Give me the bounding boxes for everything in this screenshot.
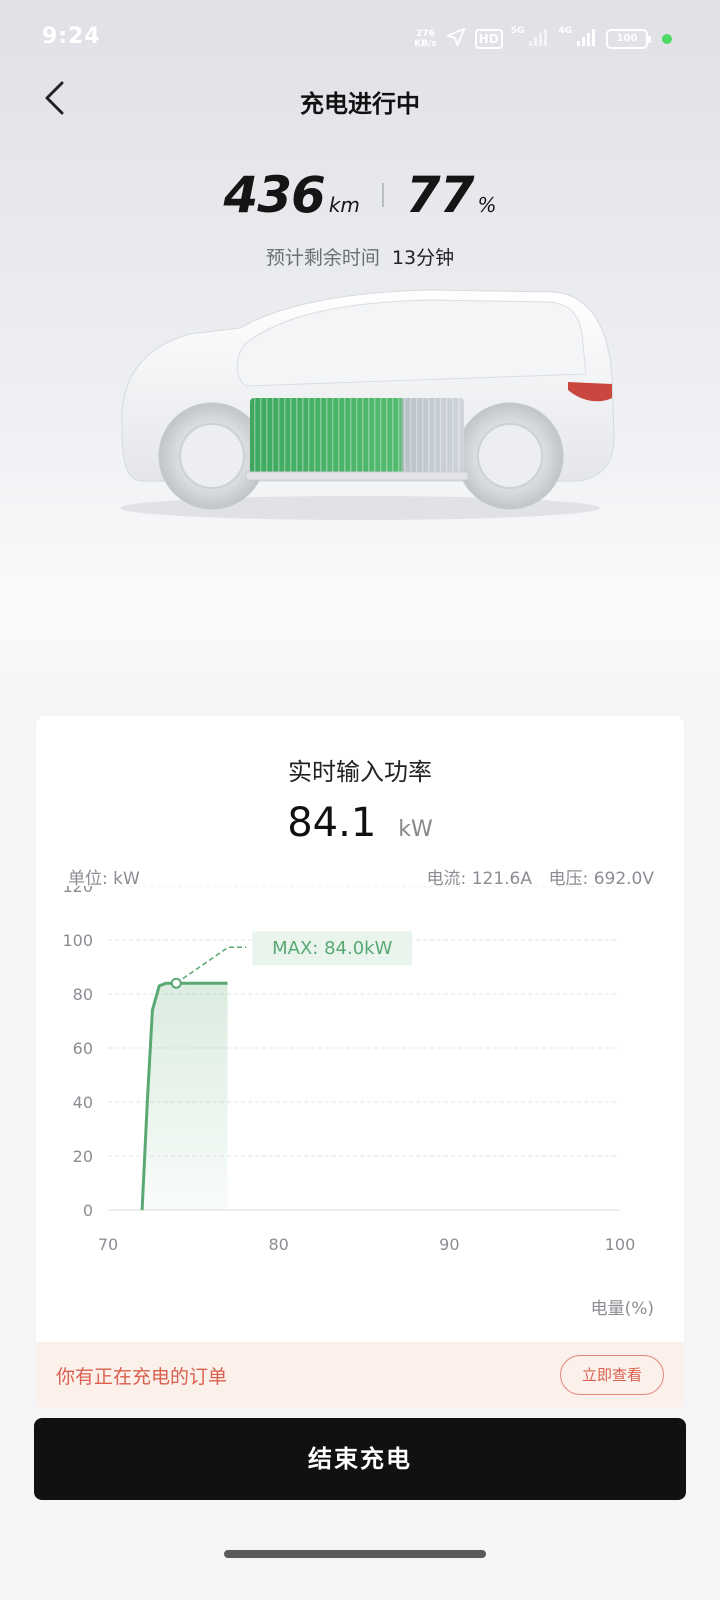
x-tick-label: 90 (439, 1235, 459, 1254)
signal-icon (576, 27, 598, 51)
status-time: 9:24 (42, 24, 101, 49)
charge-stats: 436 km 77 % (0, 166, 720, 224)
range-value: 436 (223, 166, 325, 224)
y-tick-label: 20 (73, 1147, 93, 1166)
remaining-time-label: 预计剩余时间 (265, 247, 380, 269)
order-notice-text: 你有正在充电的订单 (56, 1366, 228, 1388)
range-unit: km (328, 193, 360, 217)
remaining-time-value: 13分钟 (391, 247, 455, 269)
signal-5g-label: 5G (510, 26, 525, 36)
y-tick-label: 60 (73, 1039, 93, 1058)
privacy-indicator-dot (662, 34, 672, 44)
max-leader-line (175, 946, 247, 984)
location-arrow-icon (445, 26, 467, 52)
y-tick-label: 100 (62, 931, 93, 950)
realtime-power: 84.1 kW (36, 800, 684, 846)
max-label: MAX: 84.0kW (272, 938, 392, 959)
battery-icon: 100 (606, 29, 651, 49)
max-point-marker (170, 977, 182, 989)
y-tick-label: 0 (83, 1201, 93, 1220)
network-speed-value: 276 (416, 29, 435, 39)
x-axis-label: 电量(%) (590, 1299, 654, 1319)
x-tick-label: 70 (98, 1235, 118, 1254)
remaining-time: 预计剩余时间 13分钟 (0, 243, 720, 270)
y-tick-label: 40 (73, 1093, 93, 1112)
signal-icon (528, 27, 550, 51)
page-title: 充电进行中 (300, 90, 420, 118)
power-card-title: 实时输入功率 (288, 758, 432, 786)
end-charging-button[interactable]: 结束充电 (34, 1418, 686, 1500)
power-card: 实时输入功率 84.1 kW 单位: kW 电流: 121.6A 电压: 692.… (36, 716, 684, 1408)
x-tick-label: 80 (268, 1235, 288, 1254)
x-tick-label: 100 (605, 1235, 636, 1254)
home-indicator[interactable] (224, 1550, 486, 1558)
power-value: 84.1 (287, 800, 377, 846)
signal-4g-label: 4G (558, 26, 572, 36)
stats-divider (381, 183, 384, 207)
soc-value: 77 (405, 166, 475, 224)
network-speed-unit: KB/s (414, 39, 437, 49)
car-battery-illustration (120, 289, 615, 520)
status-bar: 9:24 276 KB/s HD 5G 4G 100 (0, 0, 720, 76)
y-tick-label: 120 (62, 886, 93, 896)
power-chart: 0 20 40 60 80 100 120 70 80 90 100 MAX: 84.0kW (62, 886, 636, 1254)
power-area (142, 983, 228, 1210)
power-unit: kW (398, 817, 433, 842)
soc-unit: % (477, 193, 497, 217)
network-speed: 276 KB/s (414, 29, 436, 49)
view-order-button[interactable]: 立即查看 (560, 1355, 664, 1395)
order-notice: 你有正在充电的订单 立即查看 (36, 1342, 684, 1408)
hd-badge: HD (474, 29, 503, 49)
y-tick-label: 80 (73, 985, 93, 1004)
status-icons: 276 KB/s HD 5G 4G 100 (414, 26, 672, 52)
